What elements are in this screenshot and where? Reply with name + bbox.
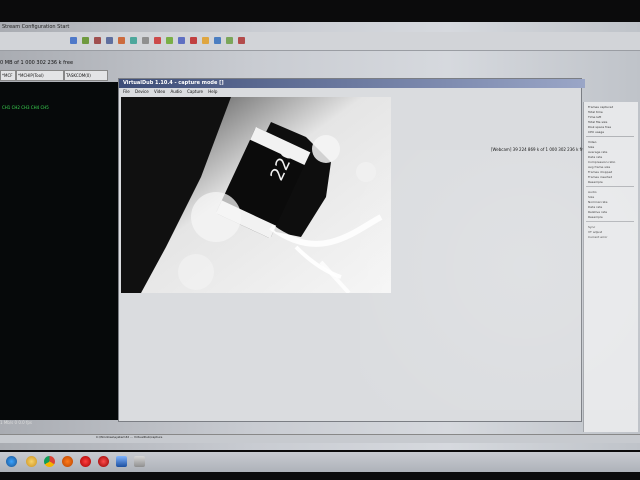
rp-sync: Sync (588, 225, 596, 229)
toolbar-icon-14[interactable] (226, 37, 233, 44)
tab-3[interactable]: TASKCOM(0) (64, 70, 108, 81)
tab-row: *MCF *MCHIP(Tool) TASKCOM(0) (0, 70, 118, 81)
left-console-panel (0, 82, 134, 420)
toolbar-icon-4[interactable] (106, 37, 113, 44)
rp-video-resample: Resample (588, 180, 603, 184)
toolbar-icon-3[interactable] (94, 37, 101, 44)
save-disk-icon[interactable] (116, 456, 127, 467)
status-line: 0 MB of 1 000 302 236 k free (0, 60, 74, 66)
monitor-screen: Stream Configuration Start 0 MB of 1 000… (0, 22, 640, 472)
rp-audio-resample: Resample (588, 215, 603, 219)
rp-frames-captured: Frames captured (588, 105, 614, 109)
rp-vt-adjust: VT adjust (588, 230, 603, 234)
rp-audio-size: Size (588, 195, 595, 199)
tab-2[interactable]: *MCHIP(Tool) (16, 70, 64, 81)
toolbar-icon-1[interactable] (70, 37, 77, 44)
bright-spot-2 (356, 162, 376, 182)
left-bottom-text: 1 Mb/s 0 0.0 fps (0, 420, 32, 425)
rp-current-error: Current error (588, 235, 608, 239)
bottom-path-caption: C:\Windows\system32 ... VirtualDub\captu… (96, 435, 163, 439)
rp-audio-data-rate: Data rate (588, 205, 603, 209)
bright-spot-3 (191, 192, 241, 242)
rp-divider-3 (586, 221, 634, 222)
chrome-icon[interactable] (44, 456, 55, 467)
app-menu-bar[interactable]: Stream Configuration Start (0, 22, 422, 32)
menu-video[interactable]: Video (154, 89, 165, 94)
menu-file[interactable]: File (123, 89, 130, 94)
toolbar-icon-11[interactable] (190, 37, 197, 44)
start-button-icon[interactable] (6, 456, 17, 467)
rp-divider-2 (586, 186, 634, 187)
rp-total-file-size: Total file size (588, 120, 608, 124)
toolbar (0, 32, 640, 51)
toolbar-icon-2[interactable] (82, 37, 89, 44)
menu-audio[interactable]: Audio (170, 89, 181, 94)
virtualdub-title: VirtualDub 1.10.4 - capture mode [] (119, 79, 585, 88)
video-capture-frame: 220 (121, 97, 391, 293)
windows-taskbar (0, 452, 640, 472)
rp-video-size: Size (588, 145, 595, 149)
toolbar-icon-8[interactable] (154, 37, 161, 44)
media-player-icon[interactable] (62, 456, 73, 467)
left-green-text: CH1 CH2 CH3 CH4 CH5 (2, 105, 49, 110)
rp-video-data-rate: Data rate (588, 155, 603, 159)
toolbar-icon-13[interactable] (214, 37, 221, 44)
toolbar-icon-10[interactable] (178, 37, 185, 44)
menu-device[interactable]: Device (135, 89, 149, 94)
rp-divider-1 (586, 136, 634, 137)
rp-frames-inserted: Frames inserted (588, 175, 613, 179)
toolbar-icon-6[interactable] (130, 37, 137, 44)
virtualdub-menu: File Device Video Audio Capture Help (119, 88, 581, 96)
rp-video: Video (588, 140, 597, 144)
rp-total-time: Total time (588, 110, 603, 114)
window-icon[interactable] (134, 456, 145, 467)
tab-1[interactable]: *MCF (0, 70, 16, 81)
capture-info-line: [Webcam] 39 224 869 k of 1 000 302 236 k… (491, 147, 588, 152)
rp-compression-ratio: Compression ratio (588, 160, 616, 164)
rp-cpu-usage: CPU usage (588, 130, 605, 134)
video-preview-svg: 220 (121, 97, 391, 293)
opera-icon-2[interactable] (98, 456, 109, 467)
rp-nominal-rate: Nominal rate (588, 200, 608, 204)
bright-spot-1 (312, 135, 340, 163)
bright-spot-4 (178, 254, 214, 290)
virtualdub-window: VirtualDub 1.10.4 - capture mode [] File… (118, 78, 588, 422)
toolbar-icon-9[interactable] (166, 37, 173, 44)
rp-disk-space-free: Disk space free (588, 125, 612, 129)
right-stats-panel: Frames captured Total time Time left Tot… (583, 102, 638, 432)
opera-icon[interactable] (80, 456, 91, 467)
rp-frames-dropped: Frames dropped (588, 170, 613, 174)
toolbar-icon-15[interactable] (238, 37, 245, 44)
menu-help[interactable]: Help (208, 89, 217, 94)
folder-icon[interactable] (26, 456, 37, 467)
rp-average-rate: Average rate (588, 150, 608, 154)
toolbar-icon-7[interactable] (142, 37, 149, 44)
rp-avg-frame-size: Avg frame size (588, 165, 611, 169)
rp-time-left: Time left (588, 115, 602, 119)
rp-audio: Audio (588, 190, 597, 194)
photo-of-monitor: Stream Configuration Start 0 MB of 1 000… (0, 0, 640, 480)
rp-relative-rate: Relative rate (588, 210, 608, 214)
toolbar-icon-12[interactable] (202, 37, 209, 44)
toolbar-icon-5[interactable] (118, 37, 125, 44)
menu-capture[interactable]: Capture (187, 89, 203, 94)
